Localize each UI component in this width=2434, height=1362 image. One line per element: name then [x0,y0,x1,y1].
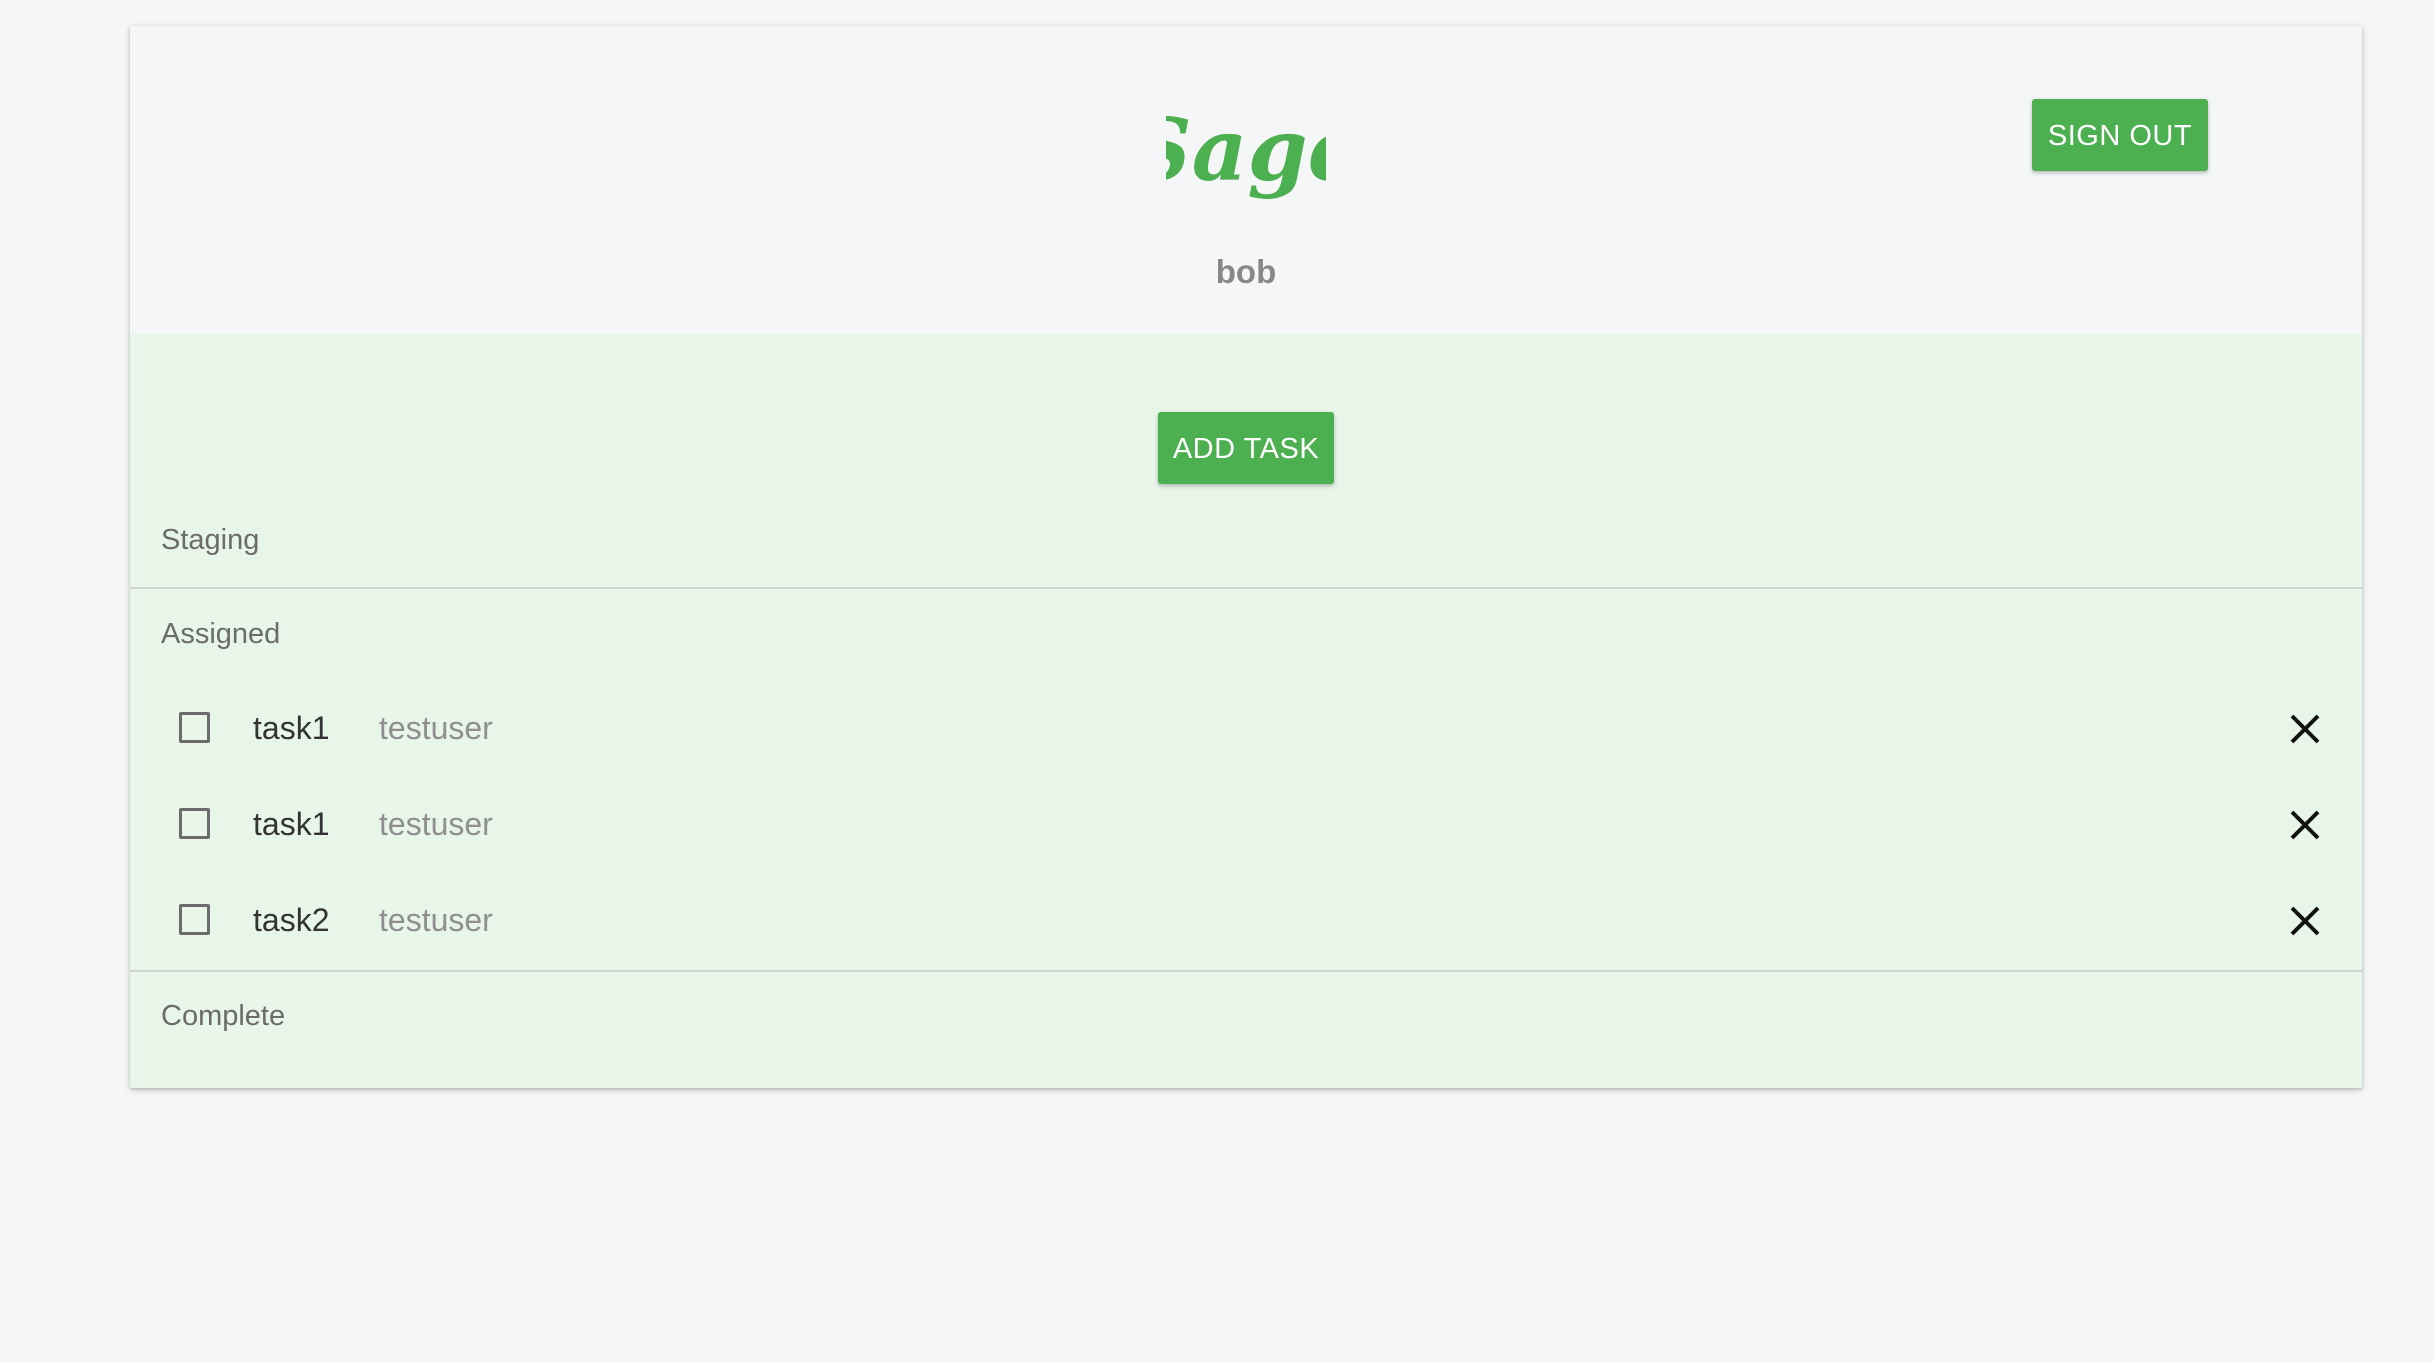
section-complete-label: Complete [161,1000,286,1032]
sage-logo-text: Sage [1166,100,1326,201]
add-task-button[interactable]: ADD TASK [1158,412,1334,484]
section-divider [130,970,2362,972]
task-board: ADD TASK Staging Assigned task1 testuser… [130,334,2362,1088]
task-assignee: testuser [379,902,493,938]
section-divider [130,587,2362,589]
task-name: task1 [253,710,330,746]
sage-logo-mark: Sage [1166,100,1326,201]
sage-logo: Sage [130,88,2362,218]
task-name: task1 [253,806,330,842]
task-assignee: testuser [379,710,493,746]
close-icon[interactable] [2288,712,2322,746]
task-row: task1 testuser [130,686,2362,774]
header: Sage bob SIGN OUT [130,26,2362,334]
section-assigned-label: Assigned [161,618,281,650]
sign-out-button[interactable]: SIGN OUT [2032,99,2208,171]
task-row: task2 testuser [130,878,2362,966]
task-name: task2 [253,902,330,938]
username: bob [1215,253,1277,290]
close-icon[interactable] [2288,904,2322,938]
app-card: Sage bob SIGN OUT ADD TASK Staging Assig… [130,26,2362,1088]
checkbox-unchecked-icon[interactable] [179,712,210,743]
task-assignee: testuser [379,806,493,842]
task-row: task1 testuser [130,782,2362,870]
checkbox-unchecked-icon[interactable] [179,808,210,839]
close-icon[interactable] [2288,808,2322,842]
section-staging-label: Staging [161,524,260,556]
checkbox-unchecked-icon[interactable] [179,904,210,935]
